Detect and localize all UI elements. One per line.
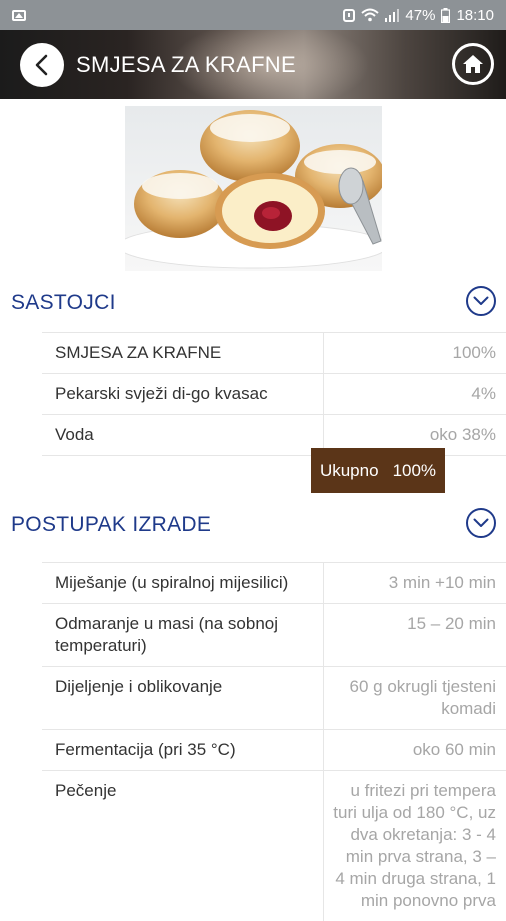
ingredients-section-header[interactable]: SASTOJCI [0,283,506,323]
signal-icon [385,8,400,22]
home-button[interactable] [452,43,494,85]
table-row: Odmaranje u masi (na sobnoj temperaturi)… [42,603,506,666]
total-value: 100% [392,460,437,480]
step-value: 60 g okrugli tjesteni komadi [349,677,496,718]
step-value: u fritezi pri tempera turi ulja od 180 °… [333,781,496,910]
ingredient-name: SMJESA ZA KRAFNE [42,333,324,373]
procedure-table: Miješanje (u spiralnoj mijesilici) 3 min… [42,562,506,921]
product-image [125,106,382,271]
step-name: Fermentacija (pri 35 °C) [42,730,324,770]
step-value: 15 – 20 min [407,614,496,633]
ingredients-title: SASTOJCI [11,291,116,314]
status-bar: 47% 18:10 [0,0,506,30]
chevron-down-icon [473,296,489,305]
battery-icon [441,7,451,23]
ingredient-value: 100% [452,343,496,362]
alarm-icon [343,8,356,22]
step-value: oko 60 min [412,740,496,759]
table-row: Miješanje (u spiralnoj mijesilici) 3 min… [42,562,506,603]
table-row: Fermentacija (pri 35 °C) oko 60 min [42,729,506,770]
step-name: Pečenje [42,771,324,921]
total-label: Ukupno [319,460,379,480]
total-badge: Ukupno 100% [311,448,445,493]
battery-percent: 47% [405,6,436,24]
collapse-toggle[interactable] [466,508,496,538]
chevron-down-icon [473,518,489,527]
chevron-left-icon [35,54,48,76]
gallery-notification-icon [12,9,26,21]
table-row: Pečenje u fritezi pri tempera turi ulja … [42,770,506,921]
step-value: 3 min +10 min [388,573,496,592]
ingredient-value: 4% [471,384,496,403]
ingredient-name: Voda [42,415,324,455]
back-button[interactable] [20,43,64,87]
home-icon [463,55,483,73]
procedure-section-header[interactable]: POSTUPAK IZRADE [0,505,506,545]
collapse-toggle[interactable] [466,286,496,316]
page-title: SMJESA ZA KRAFNE [76,52,296,77]
table-row: Pekarski svježi di-go kvasac 4% [42,373,506,414]
step-name: Odmaranje u masi (na sobnoj temperaturi) [42,604,324,666]
table-row: Dijeljenje i oblikovanje 60 g okrugli tj… [42,666,506,729]
step-name: Miješanje (u spiralnoj mijesilici) [42,563,324,603]
procedure-title: POSTUPAK IZRADE [11,513,212,536]
ingredient-name: Pekarski svježi di-go kvasac [42,374,324,414]
app-header: SMJESA ZA KRAFNE [0,30,506,99]
step-name: Dijeljenje i oblikovanje [42,667,324,729]
wifi-icon [361,8,380,22]
ingredients-table: SMJESA ZA KRAFNE 100% Pekarski svježi di… [42,332,506,456]
clock-time: 18:10 [456,6,494,24]
table-row: SMJESA ZA KRAFNE 100% [42,332,506,373]
